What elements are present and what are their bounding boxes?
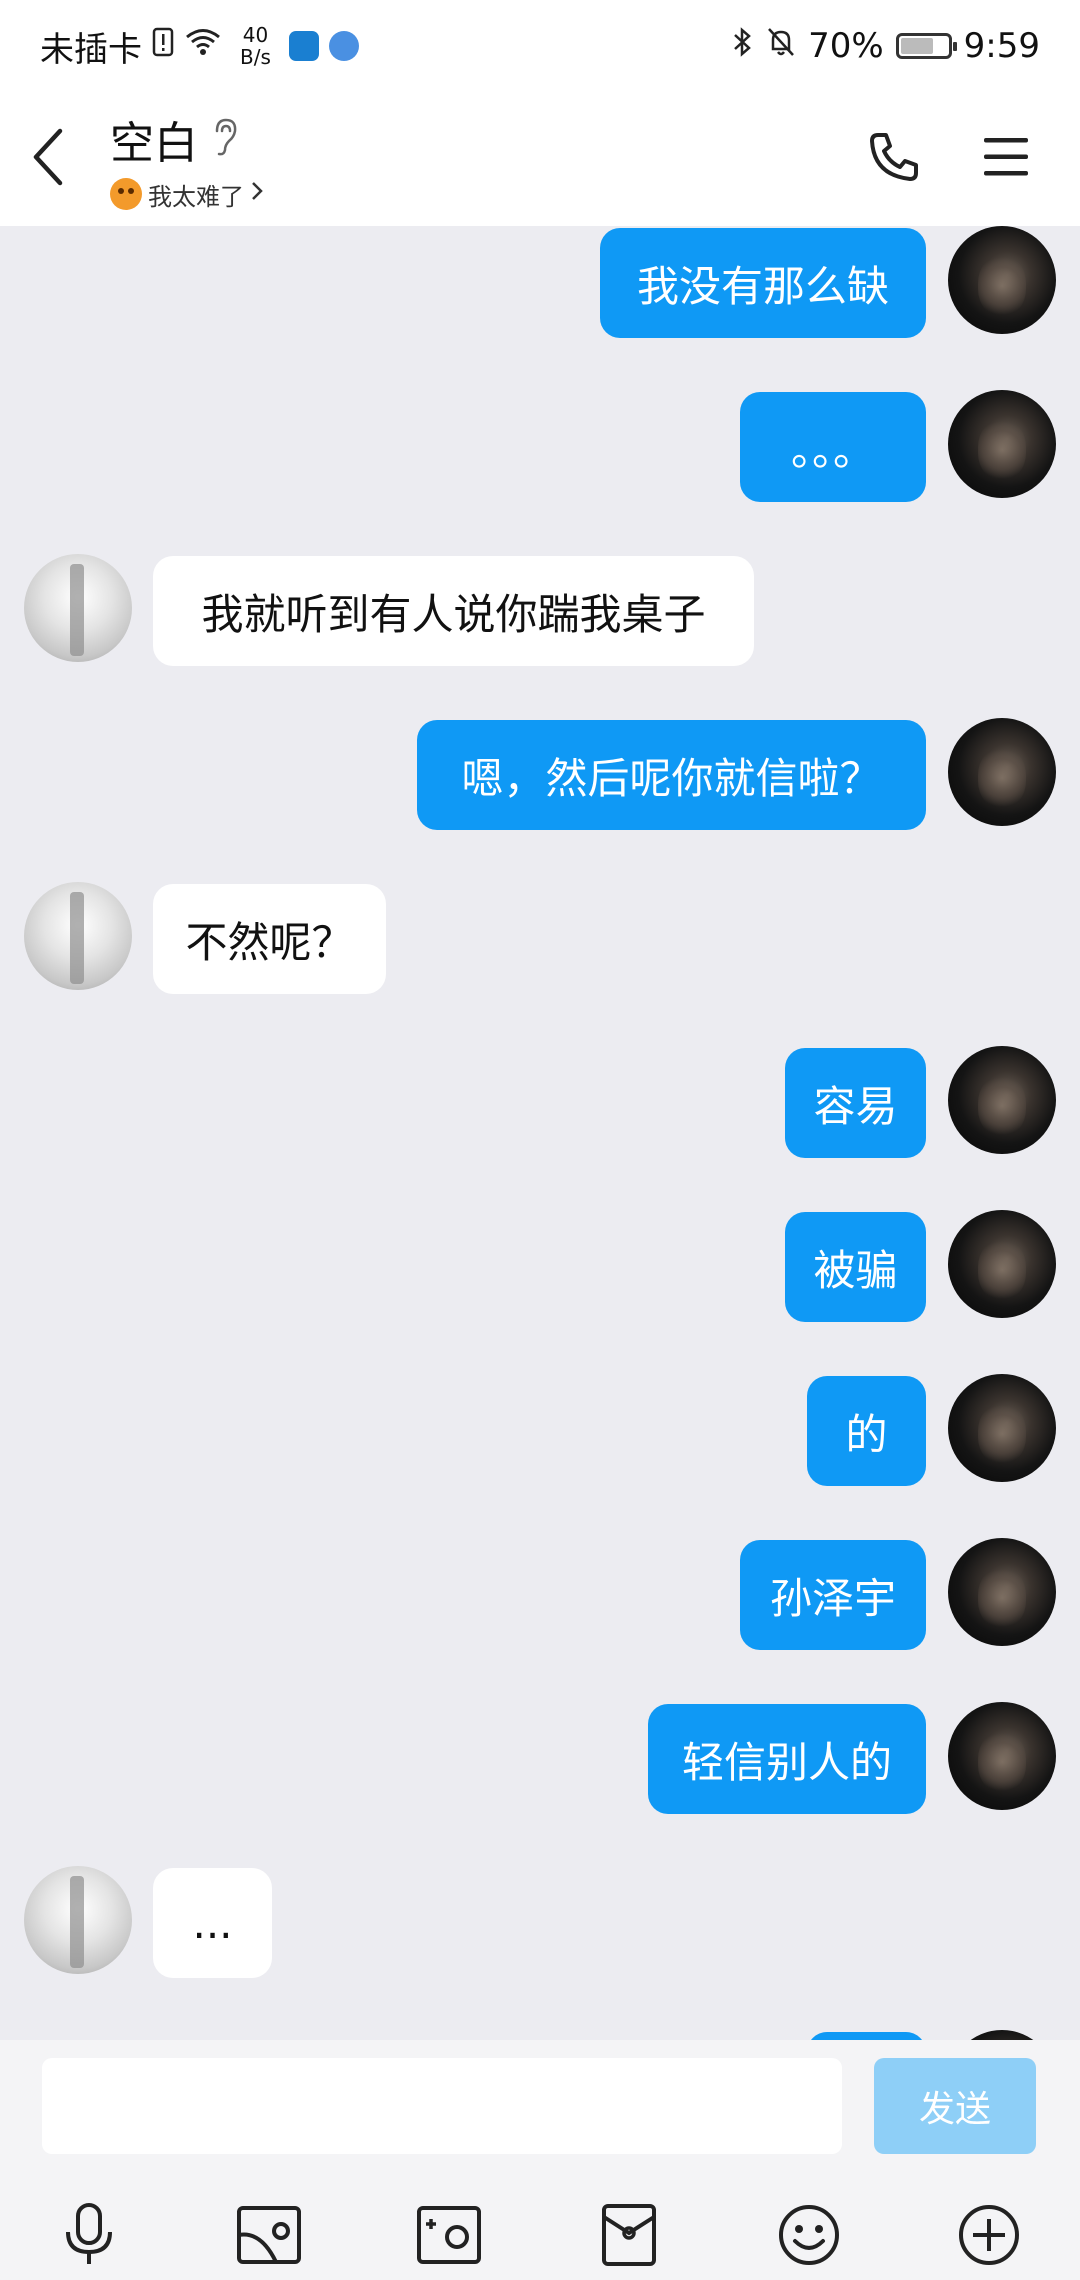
my-avatar[interactable] xyxy=(948,718,1056,826)
status-subtitle[interactable]: 我太难了 xyxy=(110,177,264,212)
red-packet-icon xyxy=(602,2204,656,2266)
message-bubble[interactable]: ... xyxy=(153,1868,272,1978)
battery-fill xyxy=(900,38,933,54)
bluetooth-icon xyxy=(732,26,754,67)
photo-button[interactable] xyxy=(224,2190,314,2280)
message-bubble[interactable]: 被骗 xyxy=(785,1212,926,1322)
speed-unit: B/s xyxy=(240,45,271,69)
message-bubble-partial[interactable] xyxy=(807,2032,926,2040)
camera-button[interactable] xyxy=(404,2190,494,2280)
battery-percent: 70% xyxy=(808,26,884,66)
battery-icon xyxy=(895,33,957,59)
my-avatar[interactable] xyxy=(948,390,1056,498)
message-bubble[interactable]: 的 xyxy=(807,1376,926,1486)
my-avatar[interactable] xyxy=(948,1538,1056,1646)
message-row: 嗯，然后呢你就信啦？ xyxy=(0,718,1080,830)
wifi-icon xyxy=(184,26,222,66)
my-avatar[interactable] xyxy=(948,1210,1056,1318)
my-avatar[interactable] xyxy=(948,2030,1056,2040)
message-row: 我没有那么缺 xyxy=(0,226,1080,338)
emoji-icon xyxy=(779,2205,839,2265)
message-bubble[interactable]: 孙泽宇 xyxy=(740,1540,926,1650)
mute-bell-icon xyxy=(766,26,796,67)
phone-call-button[interactable] xyxy=(866,129,922,189)
message-bubble[interactable]: 轻信别人的 xyxy=(648,1704,926,1814)
message-bubble[interactable]: 我就听到有人说你踹我桌子 xyxy=(153,556,754,666)
subtitle-text: 我太难了 xyxy=(148,182,244,211)
message-row: 的 xyxy=(0,1374,1080,1486)
clock: 9:59 xyxy=(963,26,1040,66)
message-row: 被骗 xyxy=(0,1210,1080,1322)
message-input[interactable] xyxy=(42,2058,842,2154)
send-button[interactable]: 发送 xyxy=(874,2058,1036,2154)
back-icon xyxy=(30,127,66,191)
status-right: 70% 9:59 xyxy=(732,26,1040,67)
message-bubble[interactable]: 。。。 xyxy=(740,392,926,502)
message-row: 孙泽宇 xyxy=(0,1538,1080,1650)
message-row: ... xyxy=(0,1866,1080,1978)
picture-icon xyxy=(237,2206,301,2264)
carrier-label: 未插卡 xyxy=(40,29,142,70)
message-bubble[interactable]: 嗯，然后呢你就信啦？ xyxy=(417,720,926,830)
message-bubble[interactable]: 容易 xyxy=(785,1048,926,1158)
plus-icon xyxy=(959,2205,1019,2265)
speed-value: 40 xyxy=(242,23,269,47)
chat-title: 空白 xyxy=(110,117,198,169)
contact-avatar[interactable] xyxy=(24,1866,132,1974)
chevron-right-icon xyxy=(250,180,264,208)
camera-icon xyxy=(417,2206,481,2264)
phone-icon xyxy=(870,133,918,181)
sim-alert-icon xyxy=(152,26,174,66)
ear-icon xyxy=(210,117,240,161)
message-list[interactable]: 我没有那么缺 。。。 我就听到有人说你踹我桌子 嗯，然后呢你就信啦？ 不然呢？ … xyxy=(0,226,1080,2040)
message-row: 我就听到有人说你踹我桌子 xyxy=(0,554,1080,666)
red-packet-button[interactable] xyxy=(584,2190,674,2280)
status-left: 未插卡 40 B/s xyxy=(40,22,359,71)
menu-button[interactable] xyxy=(982,135,1030,183)
message-bubble[interactable]: 我没有那么缺 xyxy=(600,228,926,338)
back-button[interactable] xyxy=(30,119,90,199)
message-row: 不然呢？ xyxy=(0,882,1080,994)
voice-button[interactable] xyxy=(44,2190,134,2280)
message-row: 轻信别人的 xyxy=(0,1702,1080,1814)
chat-header: 空白 我太难了 xyxy=(0,92,1080,226)
shield-app-icon xyxy=(288,31,319,61)
message-row-partial xyxy=(0,2030,1080,2040)
message-row: 容易 xyxy=(0,1046,1080,1158)
status-bar: 未插卡 40 B/s 70% 9:59 xyxy=(0,0,1080,92)
emoji-button[interactable] xyxy=(764,2190,854,2280)
my-avatar[interactable] xyxy=(948,1702,1056,1810)
crying-emoji-icon xyxy=(110,178,142,210)
title-block[interactable]: 空白 我太难了 xyxy=(110,107,264,212)
microphone-icon xyxy=(66,2203,112,2264)
my-avatar[interactable] xyxy=(948,226,1056,334)
input-area: 发送 xyxy=(0,2040,1080,2280)
browser-app-icon xyxy=(328,31,359,61)
title-row: 空白 xyxy=(110,107,264,171)
network-speed: 40 B/s xyxy=(240,24,271,68)
contact-avatar[interactable] xyxy=(24,554,132,662)
more-button[interactable] xyxy=(944,2190,1034,2280)
header-actions xyxy=(866,129,1050,189)
input-toolbar xyxy=(0,2190,1080,2280)
message-row: 。。。 xyxy=(0,390,1080,502)
menu-icon xyxy=(984,138,1028,176)
contact-avatar[interactable] xyxy=(24,882,132,990)
my-avatar[interactable] xyxy=(948,1374,1056,1482)
message-bubble[interactable]: 不然呢？ xyxy=(153,884,386,994)
my-avatar[interactable] xyxy=(948,1046,1056,1154)
